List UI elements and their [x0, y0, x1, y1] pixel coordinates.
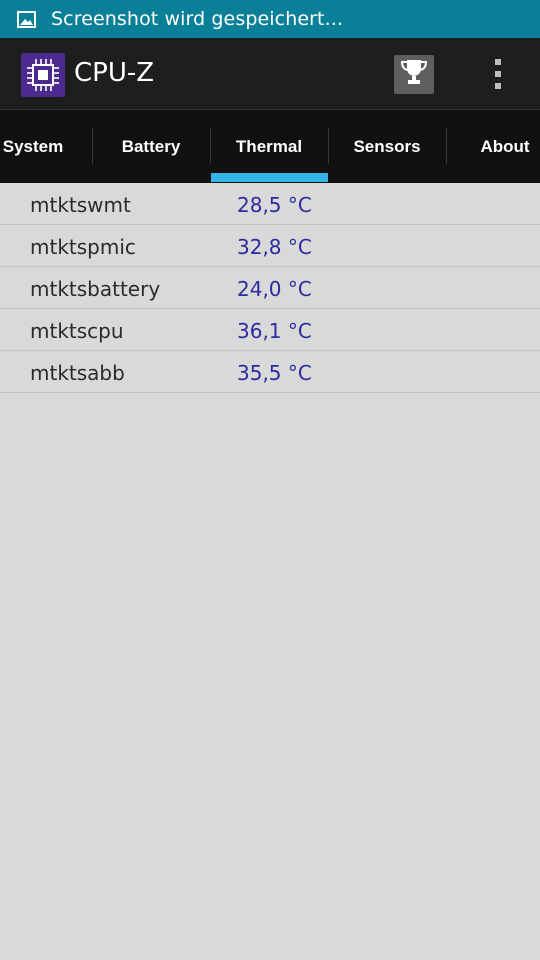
sensor-temperature: 24,0 °C: [237, 277, 312, 301]
list-item: mtktspmic 32,8 °C: [0, 225, 540, 267]
action-bar: CPU-Z: [0, 38, 540, 110]
sensor-name: mtktscpu: [30, 319, 124, 343]
app-title: CPU-Z: [74, 58, 155, 88]
trophy-button[interactable]: [394, 55, 434, 94]
list-item: mtktswmt 28,5 °C: [0, 183, 540, 225]
sensor-name: mtktsabb: [30, 361, 125, 385]
sensor-temperature: 28,5 °C: [237, 193, 312, 217]
status-bar: Screenshot wird gespeichert...: [0, 0, 540, 38]
tab-sensors[interactable]: Sensors: [328, 110, 446, 183]
list-item: mtktscpu 36,1 °C: [0, 309, 540, 351]
overflow-menu-icon: [495, 59, 501, 65]
sensor-name: mtktswmt: [30, 193, 131, 217]
active-tab-indicator: [211, 173, 328, 182]
sensor-temperature: 36,1 °C: [237, 319, 312, 343]
tab-about[interactable]: About: [446, 110, 540, 183]
sensor-name: mtktsbattery: [30, 277, 161, 301]
cpu-chip-icon: [21, 53, 65, 97]
tab-battery[interactable]: Battery: [92, 110, 210, 183]
sensor-name: mtktspmic: [30, 235, 136, 259]
list-item: mtktsbattery 24,0 °C: [0, 267, 540, 309]
thermal-list: mtktswmt 28,5 °C mtktspmic 32,8 °C mtkts…: [0, 183, 540, 393]
list-item: mtktsabb 35,5 °C: [0, 351, 540, 393]
sensor-temperature: 32,8 °C: [237, 235, 312, 259]
tab-system[interactable]: System: [0, 110, 92, 183]
status-notification-text: Screenshot wird gespeichert...: [51, 8, 344, 30]
sensor-temperature: 35,5 °C: [237, 361, 312, 385]
overflow-menu-button[interactable]: [484, 52, 512, 96]
image-icon: [17, 10, 36, 28]
trophy-icon: [399, 58, 429, 91]
